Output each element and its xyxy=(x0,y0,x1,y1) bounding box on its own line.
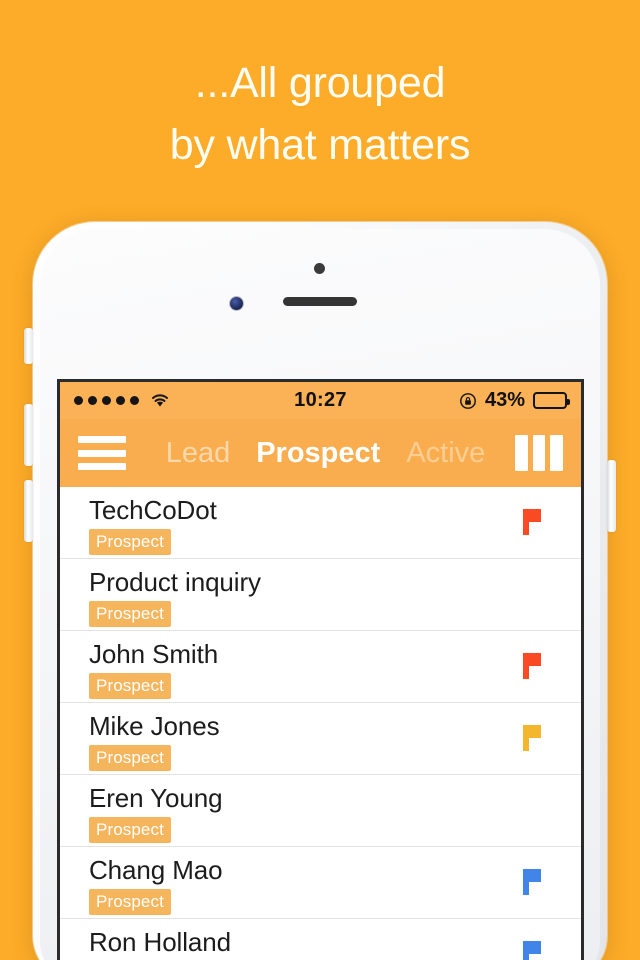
phone-screen: 10:27 43% Lead Prospect Active TechCoDot… xyxy=(57,379,584,960)
list-item-title: John Smith xyxy=(89,639,219,669)
silent-switch-button[interactable] xyxy=(24,328,33,364)
list-item[interactable]: Eren Young Prospect xyxy=(60,775,581,847)
list-item-title: Chang Mao xyxy=(89,855,223,885)
flag-icon-red[interactable] xyxy=(520,649,554,683)
earpiece-speaker-icon xyxy=(283,297,357,306)
record-list: TechCoDot Prospect Product inquiry Prospect… xyxy=(60,487,581,960)
proximity-sensor-icon xyxy=(314,263,325,274)
list-item-title: Product inquiry xyxy=(89,567,261,597)
flag-icon-blue[interactable] xyxy=(520,865,554,899)
rotation-lock-icon xyxy=(460,392,476,409)
battery-icon xyxy=(533,392,570,409)
battery-percent-label: 43% xyxy=(484,389,525,411)
promo-screenshot: ...All grouped by what matters 10:27 43%… xyxy=(0,0,640,960)
status-badge: Prospect xyxy=(89,817,171,844)
status-badge: Prospect xyxy=(89,889,171,916)
status-badge: Prospect xyxy=(89,601,171,628)
flag-icon-blue[interactable] xyxy=(520,937,554,960)
hamburger-menu-icon[interactable] xyxy=(78,436,126,470)
app-nav-bar: Lead Prospect Active xyxy=(60,419,581,487)
headline-line-1: ...All grouped xyxy=(194,59,446,107)
volume-up-button[interactable] xyxy=(24,404,33,466)
columns-view-icon[interactable] xyxy=(515,435,564,471)
list-item[interactable]: Ron HollandProspect xyxy=(60,919,581,960)
headline-line-2: by what matters xyxy=(169,121,471,170)
list-item-title: Mike Jones xyxy=(89,711,220,741)
flag-icon-red[interactable] xyxy=(520,505,554,539)
tab-prospect[interactable]: Prospect xyxy=(256,437,380,470)
tab-active[interactable]: Active xyxy=(406,437,485,470)
tab-lead[interactable]: Lead xyxy=(166,437,231,470)
list-item[interactable]: Product inquiry Prospect xyxy=(60,559,581,631)
segment-tabs: Lead Prospect Active xyxy=(126,437,515,470)
front-camera-icon xyxy=(230,297,243,310)
status-badge: Prospect xyxy=(89,673,171,700)
list-item[interactable]: Mike Jones Prospect xyxy=(60,703,581,775)
list-item[interactable]: TechCoDot Prospect xyxy=(60,487,581,559)
power-button[interactable] xyxy=(607,460,616,532)
status-badge: Prospect xyxy=(89,529,171,556)
volume-down-button[interactable] xyxy=(24,480,33,542)
status-bar-right: 43% xyxy=(459,389,570,412)
flag-icon-yellow[interactable] xyxy=(520,721,554,755)
list-item-title: TechCoDot xyxy=(89,495,217,525)
headline: ...All grouped by what matters xyxy=(0,52,640,177)
list-item-title: Ron Holland xyxy=(89,927,231,957)
list-item-title: Eren Young xyxy=(89,783,223,813)
list-item[interactable]: John Smith Prospect xyxy=(60,631,581,703)
status-badge: Prospect xyxy=(89,745,171,772)
list-item[interactable]: Chang Mao Prospect xyxy=(60,847,581,919)
status-bar: 10:27 43% xyxy=(60,382,581,419)
